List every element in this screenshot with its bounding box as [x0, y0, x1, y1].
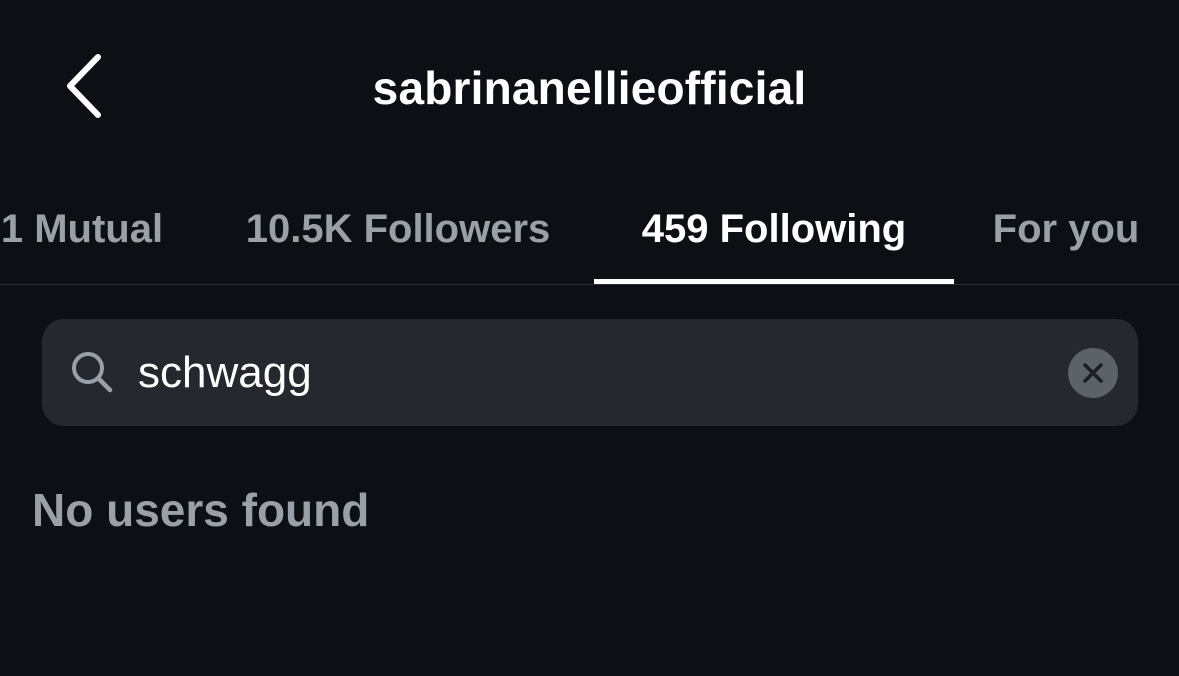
top-bar: sabrinanellieofficial	[0, 0, 1179, 175]
tab-mutual[interactable]: 1 Mutual	[0, 175, 172, 284]
close-icon	[1083, 363, 1103, 383]
search-bar[interactable]	[42, 319, 1138, 426]
tab-followers[interactable]: 10.5K Followers	[230, 175, 566, 284]
tab-bar: 1 Mutual 10.5K Followers 459 Following F…	[0, 175, 1179, 285]
page-title: sabrinanellieofficial	[372, 62, 807, 114]
empty-results-message: No users found	[32, 484, 370, 536]
tab-following[interactable]: 459 Following	[594, 175, 954, 284]
active-tab-indicator	[594, 279, 954, 284]
search-icon	[72, 352, 113, 393]
search-input[interactable]	[138, 319, 1038, 426]
tab-for-you[interactable]: For you	[982, 175, 1150, 284]
clear-search-button[interactable]	[1068, 348, 1118, 398]
